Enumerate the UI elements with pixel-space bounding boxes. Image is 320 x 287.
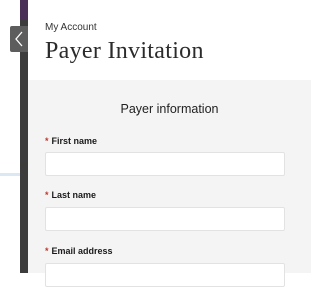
- first-name-field[interactable]: [45, 152, 285, 176]
- page-title: Payer Invitation: [45, 38, 204, 64]
- panel-edge-accent: [20, 0, 28, 20]
- side-panel: My Account Payer Invitation Payer inform…: [28, 0, 311, 287]
- required-marker: *: [45, 246, 49, 256]
- close-panel-button[interactable]: [10, 26, 28, 52]
- required-marker: *: [45, 190, 49, 200]
- email-field[interactable]: [45, 263, 285, 287]
- form-section: Payer information * First name * Last name…: [28, 80, 311, 287]
- last-name-label: * Last name: [45, 190, 96, 200]
- first-name-label: * First name: [45, 136, 97, 146]
- email-label-text: Email address: [51, 246, 113, 256]
- email-label: * Email address: [45, 246, 113, 256]
- required-marker: *: [45, 136, 49, 146]
- panel-header: My Account Payer Invitation: [28, 0, 311, 80]
- last-name-field[interactable]: [45, 207, 285, 231]
- section-title: Payer information: [120, 102, 219, 116]
- last-name-label-text: Last name: [51, 190, 97, 200]
- chevron-left-icon: [14, 31, 24, 47]
- first-name-label-text: First name: [51, 136, 98, 146]
- breadcrumb: My Account: [45, 22, 97, 33]
